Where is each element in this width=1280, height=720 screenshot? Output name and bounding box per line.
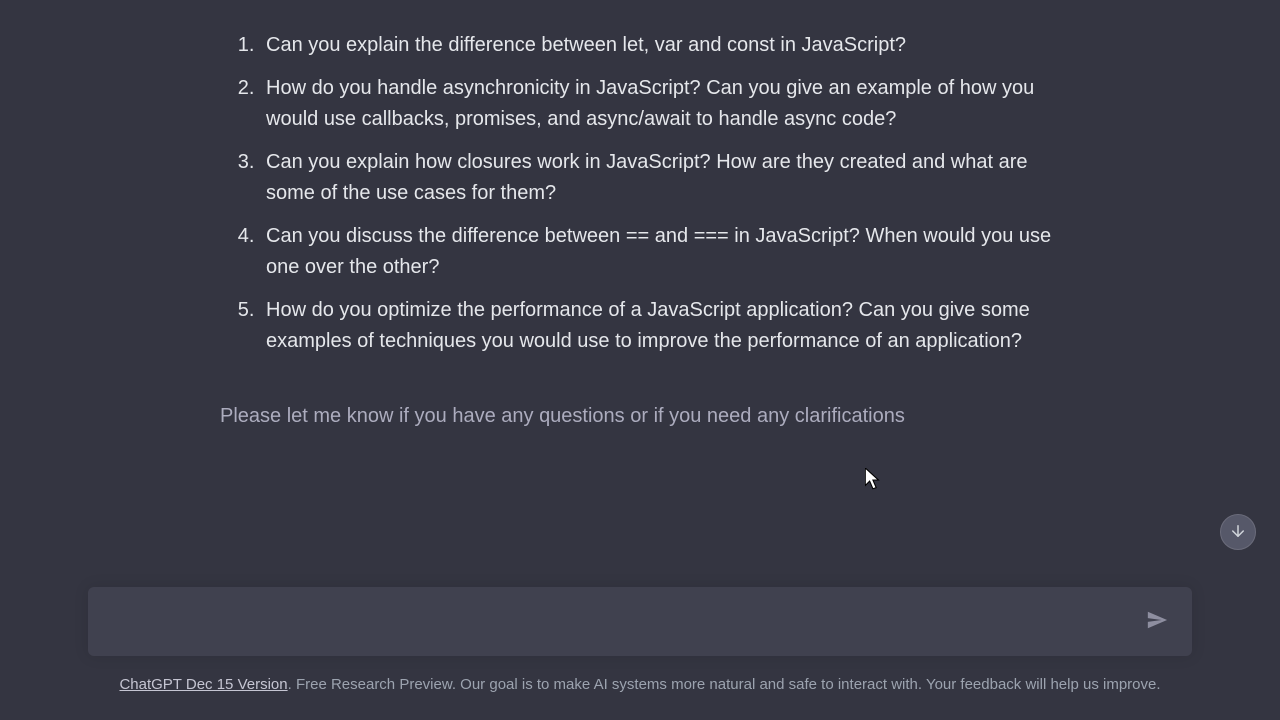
list-item: How do you optimize the performance of a… [260, 295, 1060, 357]
scroll-down-button[interactable] [1220, 514, 1256, 550]
list-item: Can you explain how closures work in Jav… [260, 147, 1060, 209]
input-area: ChatGPT Dec 15 Version. Free Research Pr… [0, 587, 1280, 720]
chat-input[interactable] [108, 611, 1142, 632]
question-list: Can you explain the difference between l… [220, 30, 1060, 357]
footer-text: ChatGPT Dec 15 Version. Free Research Pr… [88, 674, 1192, 697]
arrow-down-icon [1229, 522, 1247, 543]
input-box [88, 587, 1192, 656]
send-button[interactable] [1142, 605, 1172, 638]
list-item: How do you handle asynchronicity in Java… [260, 73, 1060, 135]
send-icon [1146, 609, 1168, 634]
list-item: Can you explain the difference between l… [260, 30, 1060, 61]
footer-disclaimer: . Free Research Preview. Our goal is to … [288, 676, 1161, 693]
message-content: Can you explain the difference between l… [0, 0, 1280, 560]
list-item: Can you discuss the difference between =… [260, 221, 1060, 283]
closing-text: Please let me know if you have any quest… [220, 401, 1060, 432]
version-link[interactable]: ChatGPT Dec 15 Version [119, 676, 287, 693]
